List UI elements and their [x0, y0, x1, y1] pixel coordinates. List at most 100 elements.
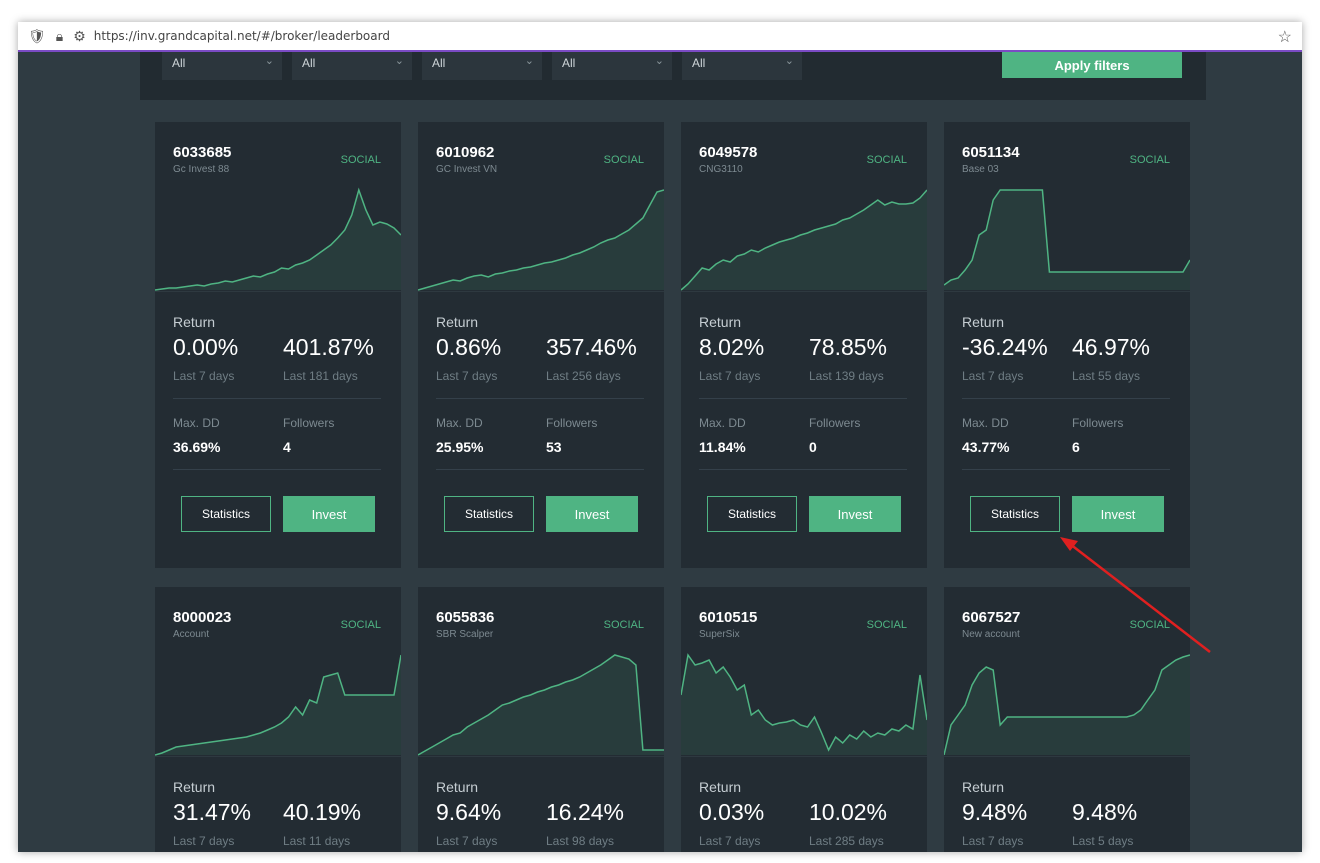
- total-period-label: Last 139 days: [809, 369, 884, 383]
- account-number[interactable]: 6010515: [699, 609, 757, 626]
- chart-baseline: [681, 756, 927, 757]
- equity-area: [681, 190, 927, 290]
- invest-button[interactable]: Invest: [283, 496, 375, 532]
- account-number[interactable]: 6010962: [436, 144, 494, 161]
- return-7-days: 0.03%: [699, 799, 765, 825]
- chart-baseline: [681, 291, 927, 292]
- filter-select-5[interactable]: All ⌄: [682, 52, 802, 80]
- account-name: Account: [173, 629, 210, 640]
- last-7-days-label: Last 7 days: [699, 369, 761, 383]
- social-badge: SOCIAL: [866, 154, 907, 166]
- filter-select-2[interactable]: All ⌄: [292, 52, 412, 80]
- invest-button[interactable]: Invest: [1072, 496, 1164, 532]
- last-7-days-label: Last 7 days: [173, 834, 235, 848]
- statistics-button[interactable]: Statistics: [970, 496, 1060, 532]
- return-7-days: 31.47%: [173, 799, 252, 825]
- account-name: Gc Invest 88: [173, 164, 230, 175]
- last-7-days-label: Last 7 days: [962, 369, 1024, 383]
- max-dd-value: 36.69%: [173, 439, 221, 455]
- filter-select-4[interactable]: All ⌄: [552, 52, 672, 80]
- followers-value: 0: [809, 439, 817, 455]
- shield-icon[interactable]: 🛡︎: [28, 28, 46, 45]
- chevron-down-icon: ⌄: [524, 55, 534, 67]
- total-period-label: Last 5 days: [1072, 834, 1134, 848]
- chart-baseline: [944, 756, 1190, 757]
- filter-select-1[interactable]: All ⌄: [162, 52, 282, 80]
- social-badge: SOCIAL: [603, 619, 644, 631]
- account-number[interactable]: 6033685: [173, 144, 231, 161]
- statistics-button[interactable]: Statistics: [444, 496, 534, 532]
- return-total: 9.48%: [1072, 799, 1138, 825]
- return-7-days: -36.24%: [962, 334, 1048, 360]
- max-dd-label: Max. DD: [699, 416, 746, 430]
- permissions-icon[interactable]: ⚙: [73, 28, 86, 45]
- filter-select-3[interactable]: All ⌄: [422, 52, 542, 80]
- chevron-down-icon: ⌄: [784, 55, 794, 67]
- return-label: Return: [962, 779, 1005, 795]
- account-card: 6010515 SuperSix SOCIAL Return 0.03% 10.02% La…: [681, 587, 927, 852]
- account-name: SBR Scalper: [436, 629, 494, 640]
- account-name: SuperSix: [699, 629, 740, 640]
- return-label: Return: [699, 779, 742, 795]
- divider: [699, 398, 907, 399]
- account-number[interactable]: 8000023: [173, 609, 231, 626]
- followers-value: 53: [546, 439, 562, 455]
- chevron-down-icon: ⌄: [394, 55, 404, 67]
- account-card: 8000023 Account SOCIAL Return 31.47% 40.19% La…: [155, 587, 401, 852]
- total-period-label: Last 98 days: [546, 834, 615, 848]
- chart-baseline: [155, 756, 401, 757]
- equity-chart: [681, 189, 927, 291]
- statistics-button[interactable]: Statistics: [707, 496, 797, 532]
- last-7-days-label: Last 7 days: [962, 834, 1024, 848]
- followers-label: Followers: [546, 416, 598, 430]
- return-total: 357.46%: [546, 334, 637, 360]
- url-text[interactable]: https://inv.grandcapital.net/#/broker/le…: [94, 29, 390, 43]
- account-name: Base 03: [962, 164, 999, 175]
- return-total: 40.19%: [283, 799, 362, 825]
- max-dd-value: 11.84%: [699, 439, 746, 455]
- account-name: GC Invest VN: [436, 164, 498, 175]
- account-number[interactable]: 6067527: [962, 609, 1020, 626]
- return-total: 401.87%: [283, 334, 374, 360]
- divider: [962, 398, 1170, 399]
- equity-chart: [418, 654, 664, 756]
- equity-area: [681, 655, 927, 755]
- account-number[interactable]: 6055836: [436, 609, 494, 626]
- last-7-days-label: Last 7 days: [436, 369, 498, 383]
- equity-area: [418, 190, 664, 290]
- divider: [436, 398, 644, 399]
- account-name: CNG3110: [699, 164, 743, 175]
- filter-bar: All ⌄ All ⌄ All ⌄ All ⌄ All ⌄ Apply filters: [140, 52, 1206, 100]
- chart-baseline: [944, 291, 1190, 292]
- divider: [173, 398, 381, 399]
- total-period-label: Last 181 days: [283, 369, 358, 383]
- chevron-down-icon: ⌄: [264, 55, 274, 67]
- divider: [436, 469, 644, 470]
- address-bar[interactable]: 🛡︎ 🔒︎ ⚙ https://inv.grandcapital.net/#/b…: [18, 22, 1302, 52]
- browser-window: 🛡︎ 🔒︎ ⚙ https://inv.grandcapital.net/#/b…: [18, 22, 1302, 852]
- divider: [962, 469, 1170, 470]
- followers-value: 4: [283, 439, 291, 455]
- social-badge: SOCIAL: [340, 154, 381, 166]
- equity-area: [418, 655, 664, 755]
- apply-filters-button[interactable]: Apply filters: [1002, 52, 1182, 78]
- equity-chart: [944, 654, 1190, 756]
- invest-button[interactable]: Invest: [809, 496, 901, 532]
- chart-baseline: [155, 291, 401, 292]
- invest-button[interactable]: Invest: [546, 496, 638, 532]
- followers-label: Followers: [283, 416, 335, 430]
- lock-icon[interactable]: 🔒︎: [56, 28, 63, 45]
- return-total: 10.02%: [809, 799, 888, 825]
- max-dd-label: Max. DD: [962, 416, 1009, 430]
- social-badge: SOCIAL: [340, 619, 381, 631]
- account-number[interactable]: 6049578: [699, 144, 757, 161]
- return-total: 78.85%: [809, 334, 888, 360]
- account-card: 6033685 Gc Invest 88 SOCIAL Return 0.00% 401.…: [155, 122, 401, 568]
- max-dd-value: 43.77%: [962, 439, 1010, 455]
- statistics-button[interactable]: Statistics: [181, 496, 271, 532]
- max-dd-label: Max. DD: [173, 416, 220, 430]
- account-number[interactable]: 6051134: [962, 144, 1020, 161]
- account-name: New account: [962, 629, 1020, 640]
- account-card: 6055836 SBR Scalper SOCIAL Return 9.64% 16.24…: [418, 587, 664, 852]
- bookmark-star-icon[interactable]: ☆: [1278, 27, 1292, 47]
